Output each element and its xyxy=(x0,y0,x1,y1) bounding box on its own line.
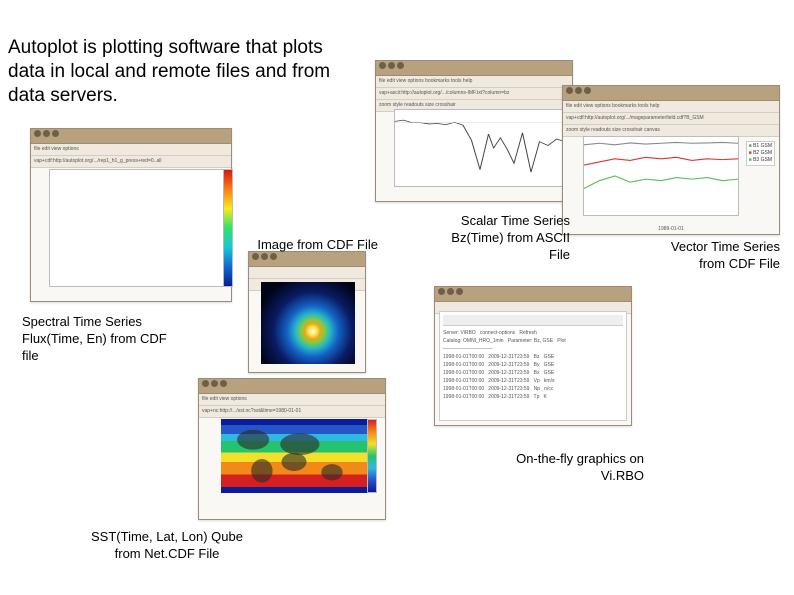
window-virbo: Server: ViRBO connect-options Refresh Ca… xyxy=(434,286,632,426)
colorbar-spectral xyxy=(223,169,233,287)
legend-vector: ■ B1 GSM ■ B2 GSM ■ B3 GSM xyxy=(746,141,775,166)
plot-scalar-bz xyxy=(394,109,566,187)
caption-image: Image from CDF File xyxy=(238,236,378,253)
colorbar-sst xyxy=(367,419,377,493)
caption-virbo: On-the-fly graphics on Vi.RBO xyxy=(504,450,644,484)
window-spectral: file edit view options vap+cdf:http://au… xyxy=(30,128,232,302)
caption-sst: SST(Time, Lat, Lon) Qube from Net.CDF Fi… xyxy=(82,528,252,562)
window-sst: file edit view options vap+nc:http://...… xyxy=(198,378,386,520)
plot-vector xyxy=(583,136,739,216)
caption-vector: Vector Time Series from CDF File xyxy=(650,238,780,272)
caption-scalar: Scalar Time Series Bz(Time) from ASCII F… xyxy=(436,212,570,263)
caption-spectral: Spectral Time Series Flux(Time, En) from… xyxy=(22,313,178,364)
plot-spectrogram xyxy=(49,169,225,287)
plot-aurora-image xyxy=(261,282,355,364)
window-scalar-bz: file edit view options bookmarks tools h… xyxy=(375,60,573,202)
plot-sst-worldmap xyxy=(221,419,367,493)
window-image xyxy=(248,251,366,373)
window-vector: file edit view options bookmarks tools h… xyxy=(562,85,780,235)
headline: Autoplot is plotting software that plots… xyxy=(8,36,358,108)
x-axis-date: 1989-01-01 xyxy=(563,226,779,232)
slide: Autoplot is plotting software that plots… xyxy=(0,0,794,595)
virbo-listing: Server: ViRBO connect-options Refresh Ca… xyxy=(439,311,627,421)
